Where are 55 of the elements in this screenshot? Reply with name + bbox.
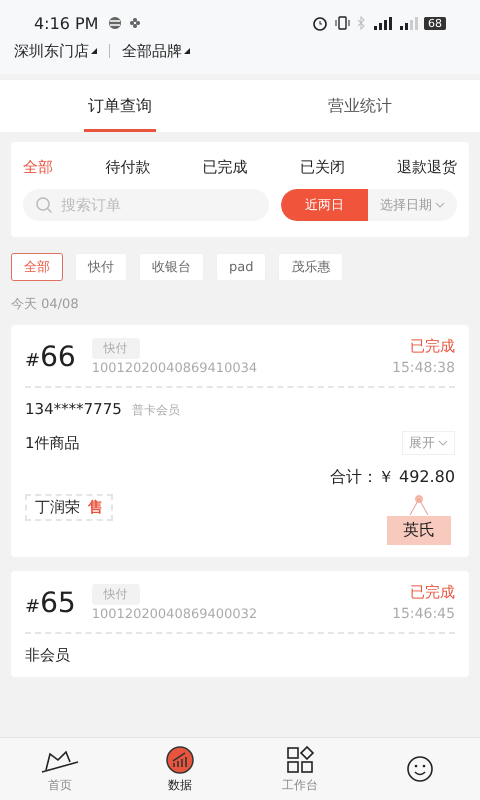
tab[interactable]: 订单查询	[0, 80, 240, 132]
order-status: 已完成	[410, 337, 455, 356]
tab[interactable]: 营业统计	[240, 80, 480, 132]
dropdown-icon	[91, 48, 97, 54]
seller-name: 丁润荣	[35, 498, 80, 517]
member-type: 普卡会员	[132, 402, 180, 419]
order-id: 10012020040869410034	[92, 360, 258, 376]
order-time: 15:46:45	[392, 606, 455, 622]
channel-chip[interactable]: 快付	[75, 253, 127, 281]
brand-dropdown[interactable]: 全部品牌	[122, 42, 182, 60]
channel-tag: 快付	[92, 584, 140, 604]
alarm-icon	[312, 15, 328, 31]
vibrate-icon	[334, 15, 350, 31]
status-filter[interactable]: 退款退货	[397, 150, 457, 185]
customer-phone: 非会员	[25, 646, 70, 665]
search-field[interactable]: 搜索订单	[23, 189, 269, 221]
channel-chip[interactable]: 全部	[11, 253, 63, 281]
dropdown-icon	[184, 48, 190, 54]
status-filter[interactable]: 已完成	[202, 150, 248, 185]
item-count: 1件商品	[25, 434, 80, 452]
chart-icon	[165, 744, 195, 774]
sale-label: 售	[88, 498, 103, 517]
status-filter[interactable]: 待付款	[105, 150, 150, 185]
hanger-icon	[407, 494, 431, 516]
grid-icon	[285, 744, 315, 774]
order-time: 15:48:38	[392, 360, 455, 376]
channel-chip[interactable]: pad	[216, 253, 266, 281]
order-id: 10012020040869400032	[92, 606, 258, 622]
chevron-down-icon	[438, 439, 448, 447]
signal-icon	[398, 16, 418, 30]
order-card[interactable]: #65 快付 10012020040869400032 已完成 15:46:45 非会员	[11, 571, 469, 677]
bluetooth-icon	[356, 15, 366, 31]
globe-icon	[108, 16, 122, 30]
battery-indicator: 68	[424, 16, 446, 30]
order-card[interactable]: #66 快付 10012020040869410034 已完成 15:48:38 134****7775 普卡会员 1件商品 展开 合计：￥ 492.80 丁润荣 售 英氏	[11, 325, 469, 557]
smiley-icon	[405, 754, 435, 784]
order-number: #66	[25, 340, 76, 373]
date-heading: 今天 04/08	[11, 296, 80, 313]
brand-tag: 英氏	[387, 516, 451, 545]
status-filter[interactable]: 已关闭	[300, 150, 345, 185]
flower-icon	[128, 16, 142, 30]
order-status: 已完成	[410, 583, 455, 602]
chevron-down-icon	[435, 201, 445, 209]
channel-tag: 快付	[92, 338, 140, 358]
customer-phone: 134****7775	[25, 400, 122, 418]
channel-chip[interactable]: 茂乐惠	[278, 253, 344, 281]
store-dropdown[interactable]: 深圳东门店	[14, 42, 89, 60]
channel-chip[interactable]: 收银台	[139, 253, 204, 281]
nav-item[interactable]: 数据	[120, 738, 240, 800]
search-icon	[35, 196, 53, 214]
signal-icon	[372, 16, 392, 30]
order-total: 合计：￥ 492.80	[328, 467, 455, 488]
status-filter[interactable]: 全部	[23, 150, 53, 185]
status-time: 4:16 PM	[34, 14, 98, 32]
order-number: #65	[25, 586, 76, 619]
